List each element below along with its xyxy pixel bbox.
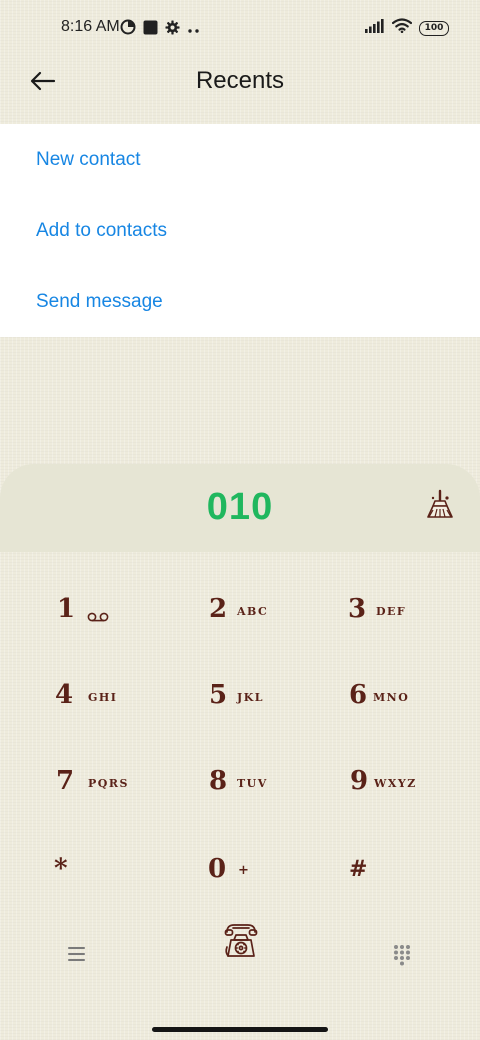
key-digit: 6	[349, 680, 368, 710]
wifi-icon	[391, 18, 413, 38]
key-letters: +	[238, 863, 251, 878]
call-button[interactable]	[224, 922, 258, 965]
key-1[interactable]: 1	[57, 580, 207, 650]
keypad-toggle-button[interactable]	[392, 944, 412, 971]
keypad-grid-icon	[392, 945, 412, 970]
key-digit: #	[349, 856, 368, 882]
key-digit: 8	[209, 766, 228, 796]
square-notification-icon	[143, 20, 158, 40]
new-contact-action[interactable]: New contact	[36, 149, 141, 171]
dial-display: 010	[0, 464, 480, 552]
battery-icon: 100	[419, 20, 449, 36]
data-saver-icon	[120, 19, 136, 40]
status-time: 8:16 AM	[61, 18, 120, 35]
key-digit: 3	[348, 594, 367, 624]
key-letters: TUV	[237, 777, 268, 790]
key-digit: 7	[56, 766, 75, 796]
vintage-phone-icon	[224, 924, 258, 964]
key-2[interactable]: 2 ABC	[209, 580, 359, 650]
key-4[interactable]: 4 GHI	[55, 666, 205, 736]
key-8[interactable]: 8 TUV	[209, 752, 359, 822]
key-letters: PQRS	[88, 777, 129, 790]
add-to-contacts-action[interactable]: Add to contacts	[36, 220, 167, 242]
key-digit: 4	[55, 680, 74, 710]
key-digit: 0	[208, 854, 227, 884]
menu-icon	[66, 947, 88, 968]
key-3[interactable]: 3 DEF	[348, 580, 480, 650]
clear-broom-icon	[424, 489, 456, 525]
key-letters: JKL	[237, 691, 264, 704]
home-indicator[interactable]	[152, 1027, 328, 1032]
dialed-number: 010	[206, 486, 274, 528]
key-letters: ABC	[237, 605, 269, 618]
key-letters: GHI	[88, 691, 118, 704]
status-icons-right: 100	[365, 18, 449, 38]
page-title: Recents	[195, 67, 285, 94]
key-letters: MNO	[373, 691, 410, 704]
key-9[interactable]: 9 WXYZ	[350, 752, 480, 822]
key-0[interactable]: 0 +	[208, 840, 358, 910]
settings-icon	[165, 19, 180, 40]
app-header: Recents	[0, 56, 480, 122]
key-6[interactable]: 6 MNO	[349, 666, 480, 736]
voicemail-icon	[87, 609, 109, 627]
menu-button[interactable]	[66, 944, 88, 969]
key-digit: 2	[209, 594, 228, 624]
key-digit: 9	[350, 766, 369, 796]
key-5[interactable]: 5 JKL	[209, 666, 359, 736]
key-digit: 1	[57, 594, 76, 624]
signal-icon	[365, 18, 385, 38]
key-star[interactable]: *	[54, 840, 204, 910]
key-hash[interactable]: #	[349, 840, 480, 910]
status-icons-left	[120, 19, 201, 40]
key-7[interactable]: 7 PQRS	[56, 752, 206, 822]
actions-list: New contact Add to contacts Send message	[0, 124, 480, 337]
key-digit: 5	[209, 680, 228, 710]
more-dots-icon	[187, 21, 201, 39]
status-bar: 8:16 AM 100	[0, 0, 480, 56]
key-digit: *	[54, 854, 68, 884]
key-letters: WXYZ	[374, 777, 417, 790]
key-letters: DEF	[376, 605, 407, 618]
clear-button[interactable]	[424, 489, 458, 523]
send-message-action[interactable]: Send message	[36, 291, 163, 313]
